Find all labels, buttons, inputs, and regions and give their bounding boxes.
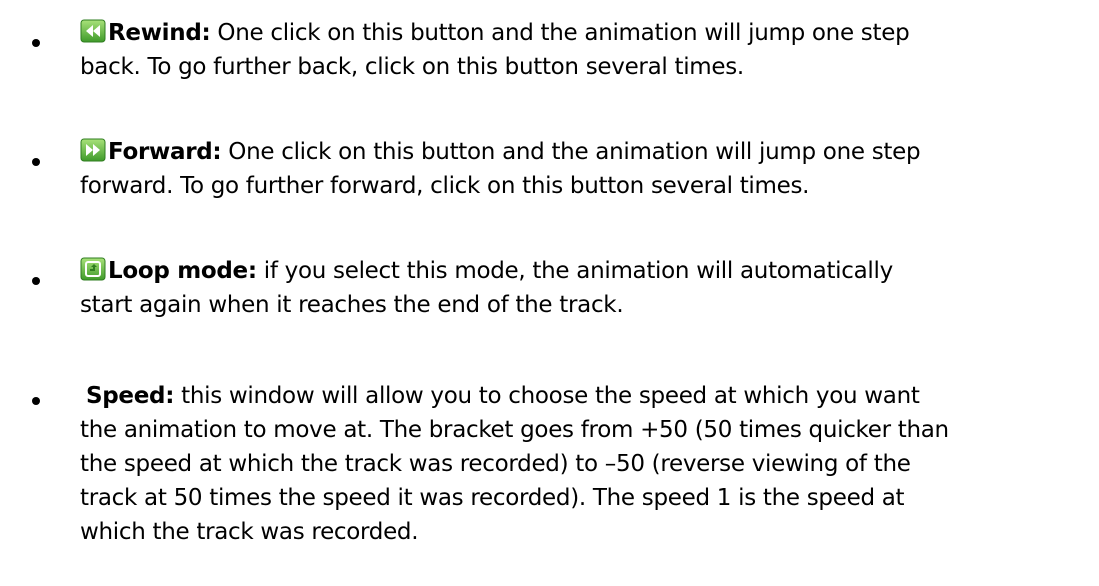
rewind-icon — [80, 19, 106, 43]
item-line-3: the speed at which the track was recorde… — [80, 451, 911, 477]
bullet — [32, 39, 40, 47]
item-line-1: One click on this button and the animati… — [221, 139, 921, 165]
item-line-2: back. To go further back, click on this … — [80, 54, 744, 80]
item-line-1: if you select this mode, the animation w… — [256, 258, 893, 284]
bullet — [32, 397, 40, 405]
item-line-2: forward. To go further forward, click on… — [80, 173, 810, 199]
forward-icon — [80, 138, 106, 162]
item-line-1: this window will allow you to choose the… — [174, 383, 920, 409]
bullet — [32, 158, 40, 166]
bullet — [32, 277, 40, 285]
loop-icon — [80, 257, 106, 281]
item-line-2: start again when it reaches the end of t… — [80, 292, 624, 318]
list-item-text: Rewind: One click on this button and the… — [80, 16, 1080, 84]
item-label: Rewind: — [108, 20, 211, 46]
item-line-4: track at 50 times the speed it was recor… — [80, 485, 905, 511]
item-label: Forward: — [108, 139, 222, 165]
item-line-2: the animation to move at. The bracket go… — [80, 417, 949, 443]
item-label: Loop mode: — [108, 258, 257, 284]
list-item-text: Loop mode: if you select this mode, the … — [80, 254, 1080, 322]
item-label: Speed: — [86, 383, 175, 409]
item-line-5: which the track was recorded. — [80, 519, 419, 545]
item-line-1: One click on this button and the animati… — [210, 20, 910, 46]
list-item-text: Speed: this window will allow you to cho… — [80, 379, 1086, 549]
list-item-text: Forward: One click on this button and th… — [80, 135, 1080, 203]
